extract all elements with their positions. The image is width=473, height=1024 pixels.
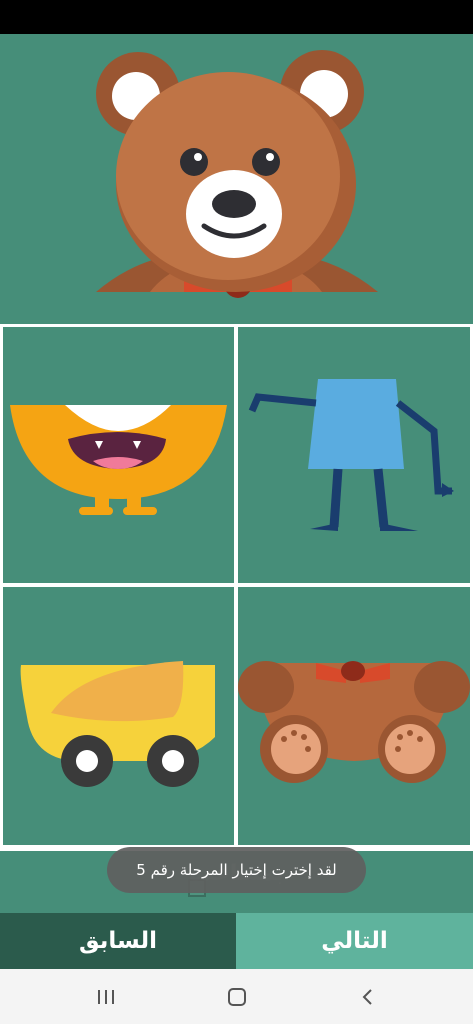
status-bar bbox=[0, 0, 473, 34]
puzzle-tile-bear-bottom[interactable] bbox=[238, 587, 470, 845]
next-button[interactable]: التالي bbox=[236, 913, 473, 969]
recent-apps-icon bbox=[97, 989, 114, 1004]
back-icon bbox=[362, 988, 372, 1005]
preview-image bbox=[0, 34, 473, 324]
toast-message: لقد إخترت إختيار المرحلة رقم 5 bbox=[107, 847, 366, 893]
puzzle-tile-robot[interactable] bbox=[238, 327, 470, 583]
puzzle-tile-car[interactable] bbox=[3, 587, 234, 845]
puzzle-screen: بمساعدة لقد إخترت إختيار المرحلة رقم 5 ا… bbox=[0, 34, 473, 969]
puzzle-grid bbox=[0, 324, 473, 851]
back-button[interactable] bbox=[328, 977, 408, 1017]
previous-button[interactable]: السابق bbox=[0, 913, 236, 969]
puzzle-tile-monster[interactable] bbox=[3, 327, 234, 583]
recent-apps-button[interactable] bbox=[66, 977, 146, 1017]
home-button[interactable] bbox=[197, 977, 277, 1017]
system-nav-bar bbox=[0, 969, 473, 1024]
home-icon bbox=[227, 987, 246, 1006]
